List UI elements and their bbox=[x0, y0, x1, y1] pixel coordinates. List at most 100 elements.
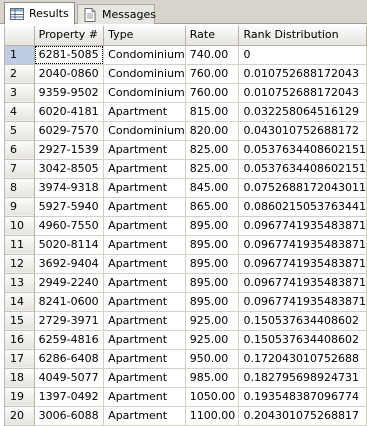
cell-rank-distribution[interactable]: 0.0967741935483871 bbox=[238, 254, 367, 274]
cell-type[interactable]: Apartment bbox=[103, 102, 186, 122]
cell-rate[interactable]: 895.00 bbox=[185, 254, 240, 274]
table-row[interactable]: 7 3042-8505 Apartment 825.00 0.0537634408602… bbox=[5, 159, 367, 179]
table-row[interactable]: 14 8241-0600 Apartment 895.00 0.096774193548… bbox=[5, 292, 367, 312]
cell-rate[interactable]: 895.00 bbox=[185, 235, 240, 255]
row-number-header[interactable]: 12 bbox=[5, 254, 35, 274]
table-row[interactable]: 11 5020-8114 Apartment 895.00 0.096774193548… bbox=[5, 235, 367, 255]
cell-type[interactable]: Apartment bbox=[103, 387, 186, 407]
cell-property[interactable]: 3692-9404 bbox=[34, 254, 105, 274]
table-row[interactable]: 10 4960-7550 Apartment 895.00 0.096774193548… bbox=[5, 216, 367, 236]
cell-rate[interactable]: 950.00 bbox=[185, 349, 240, 369]
cell-rank-distribution[interactable]: 0.032258064516129 bbox=[238, 102, 367, 122]
cell-property[interactable]: 2040-0860 bbox=[34, 64, 105, 84]
row-number-header[interactable]: 11 bbox=[5, 235, 35, 255]
cell-property[interactable]: 3006-6088 bbox=[34, 406, 105, 426]
cell-rate[interactable]: 985.00 bbox=[185, 368, 240, 388]
cell-rate[interactable]: 925.00 bbox=[185, 330, 240, 350]
cell-type[interactable]: Apartment bbox=[103, 406, 186, 426]
cell-rate[interactable]: 895.00 bbox=[185, 292, 240, 312]
table-row[interactable]: 18 4049-5077 Apartment 985.00 0.182795698924… bbox=[5, 368, 367, 388]
row-number-header[interactable]: 19 bbox=[5, 387, 35, 407]
cell-property[interactable]: 6281-5085 bbox=[34, 45, 105, 65]
column-header-rank-distribution[interactable]: Rank Distribution bbox=[238, 26, 367, 46]
row-number-header[interactable]: 10 bbox=[5, 216, 35, 236]
cell-property[interactable]: 2729-3971 bbox=[34, 311, 105, 331]
table-row[interactable]: 1 6281-5085 Condominium 740.00 0 bbox=[5, 45, 367, 65]
cell-rank-distribution[interactable]: 0.193548387096774 bbox=[238, 387, 367, 407]
table-row[interactable]: 3 9359-9502 Condominium 760.00 0.01075268817… bbox=[5, 83, 367, 103]
cell-type[interactable]: Apartment bbox=[103, 216, 186, 236]
cell-rank-distribution[interactable]: 0.043010752688172 bbox=[238, 121, 367, 141]
cell-rank-distribution[interactable]: 0.150537634408602 bbox=[238, 330, 367, 350]
row-number-header[interactable]: 16 bbox=[5, 330, 35, 350]
cell-rank-distribution[interactable]: 0.0860215053763441 bbox=[238, 197, 367, 217]
cell-rate[interactable]: 815.00 bbox=[185, 102, 240, 122]
cell-rank-distribution[interactable]: 0.010752688172043 bbox=[238, 64, 367, 84]
column-header-property[interactable]: Property # bbox=[34, 26, 105, 46]
table-row[interactable]: 17 6286-6408 Apartment 950.00 0.172043010752… bbox=[5, 349, 367, 369]
cell-rank-distribution[interactable]: 0.010752688172043 bbox=[238, 83, 367, 103]
row-number-header[interactable]: 6 bbox=[5, 140, 35, 160]
cell-rate[interactable]: 895.00 bbox=[185, 216, 240, 236]
table-row[interactable]: 20 3006-6088 Apartment 1100.00 0.20430107526… bbox=[5, 406, 367, 426]
cell-property[interactable]: 4049-5077 bbox=[34, 368, 105, 388]
cell-rate[interactable]: 1050.00 bbox=[185, 387, 240, 407]
cell-rate[interactable]: 925.00 bbox=[185, 311, 240, 331]
tab-results[interactable]: Results bbox=[4, 2, 75, 25]
cell-rank-distribution[interactable]: 0.150537634408602 bbox=[238, 311, 367, 331]
cell-type[interactable]: Apartment bbox=[103, 159, 186, 179]
results-grid[interactable]: Property # Type Rate Rank Distribution 1… bbox=[4, 26, 367, 426]
cell-type[interactable]: Apartment bbox=[103, 330, 186, 350]
cell-property[interactable]: 5020-8114 bbox=[34, 235, 105, 255]
cell-rank-distribution[interactable]: 0.0967741935483871 bbox=[238, 273, 367, 293]
cell-type[interactable]: Apartment bbox=[103, 254, 186, 274]
cell-property[interactable]: 2927-1539 bbox=[34, 140, 105, 160]
cell-type[interactable]: Condominium bbox=[103, 83, 186, 103]
cell-rank-distribution[interactable]: 0.172043010752688 bbox=[238, 349, 367, 369]
table-row[interactable]: 19 1397-0492 Apartment 1050.00 0.19354838709… bbox=[5, 387, 367, 407]
cell-type[interactable]: Apartment bbox=[103, 292, 186, 312]
cell-rate[interactable]: 820.00 bbox=[185, 121, 240, 141]
table-row[interactable]: 15 2729-3971 Apartment 925.00 0.150537634408… bbox=[5, 311, 367, 331]
cell-rate[interactable]: 825.00 bbox=[185, 140, 240, 160]
row-number-header[interactable]: 9 bbox=[5, 197, 35, 217]
cell-rate[interactable]: 760.00 bbox=[185, 83, 240, 103]
cell-rank-distribution[interactable]: 0.204301075268817 bbox=[238, 406, 367, 426]
row-number-header[interactable]: 5 bbox=[5, 121, 35, 141]
cell-type[interactable]: Condominium bbox=[103, 45, 186, 65]
cell-rank-distribution[interactable]: 0.0967741935483871 bbox=[238, 216, 367, 236]
row-number-header[interactable]: 15 bbox=[5, 311, 35, 331]
cell-rank-distribution[interactable]: 0.0967741935483871 bbox=[238, 292, 367, 312]
row-number-header[interactable]: 17 bbox=[5, 349, 35, 369]
cell-rank-distribution[interactable]: 0.0752688172043011 bbox=[238, 178, 367, 198]
table-row[interactable]: 9 5927-5940 Apartment 865.00 0.0860215053763… bbox=[5, 197, 367, 217]
row-number-header[interactable]: 4 bbox=[5, 102, 35, 122]
row-number-header[interactable]: 7 bbox=[5, 159, 35, 179]
row-number-header[interactable]: 8 bbox=[5, 178, 35, 198]
cell-property[interactable]: 9359-9502 bbox=[34, 83, 105, 103]
cell-property[interactable]: 3974-9318 bbox=[34, 178, 105, 198]
cell-rate[interactable]: 845.00 bbox=[185, 178, 240, 198]
cell-type[interactable]: Condominium bbox=[103, 121, 186, 141]
cell-rate[interactable]: 1100.00 bbox=[185, 406, 240, 426]
cell-type[interactable]: Apartment bbox=[103, 235, 186, 255]
cell-type[interactable]: Apartment bbox=[103, 349, 186, 369]
row-number-header[interactable]: 20 bbox=[5, 406, 35, 426]
cell-property[interactable]: 2949-2240 bbox=[34, 273, 105, 293]
cell-property[interactable]: 4960-7550 bbox=[34, 216, 105, 236]
cell-type[interactable]: Apartment bbox=[103, 311, 186, 331]
table-row[interactable]: 13 2949-2240 Apartment 895.00 0.096774193548… bbox=[5, 273, 367, 293]
column-header-type[interactable]: Type bbox=[103, 26, 186, 46]
table-row[interactable]: 2 2040-0860 Condominium 760.00 0.01075268817… bbox=[5, 64, 367, 84]
row-number-header[interactable]: 1 bbox=[5, 45, 35, 65]
table-row[interactable]: 5 6029-7570 Condominium 820.00 0.04301075268… bbox=[5, 121, 367, 141]
row-number-header[interactable]: 14 bbox=[5, 292, 35, 312]
cell-property[interactable]: 1397-0492 bbox=[34, 387, 105, 407]
cell-property[interactable]: 5927-5940 bbox=[34, 197, 105, 217]
cell-property[interactable]: 8241-0600 bbox=[34, 292, 105, 312]
cell-rank-distribution[interactable]: 0.0967741935483871 bbox=[238, 235, 367, 255]
table-row[interactable]: 8 3974-9318 Apartment 845.00 0.0752688172043… bbox=[5, 178, 367, 198]
row-number-header[interactable]: 18 bbox=[5, 368, 35, 388]
cell-rank-distribution[interactable]: 0.182795698924731 bbox=[238, 368, 367, 388]
cell-property[interactable]: 6286-6408 bbox=[34, 349, 105, 369]
